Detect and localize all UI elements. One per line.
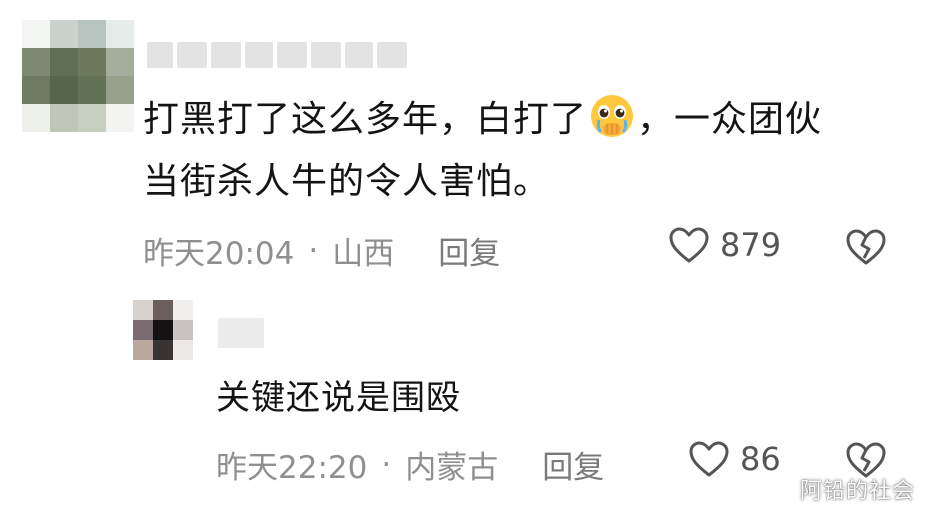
reply-like-count: 86 [740, 440, 781, 478]
watermark: 阿铅的社会 [799, 479, 915, 504]
heart-icon [689, 441, 729, 477]
reply-like-button[interactable]: 86 [688, 440, 781, 478]
comment-meta: 昨天20:04 · 山西 回复 [143, 228, 500, 273]
reply-location: 内蒙古 [405, 450, 499, 486]
reply-meta: 昨天22:20 · 内蒙古 回复 [216, 442, 604, 487]
comment-time: 昨天20:04 [143, 236, 295, 272]
pleading-face-emoji [591, 95, 634, 137]
meta-separator: · [308, 232, 319, 269]
reply-text: 关键还说是围殴 [216, 378, 461, 418]
comment-text-part2: ，一众团伙 [637, 99, 823, 140]
comment-location: 山西 [332, 236, 395, 272]
meta-separator: · [381, 446, 392, 483]
comment-text-line2: 当街杀人牛的令人害怕。 [143, 161, 551, 202]
avatar[interactable] [22, 20, 134, 132]
broken-heart-icon[interactable] [845, 228, 887, 266]
like-button[interactable]: 879 [668, 226, 781, 264]
reply-username-blurred[interactable] [218, 318, 264, 348]
reply-button[interactable]: 回复 [438, 228, 500, 273]
comment-text: 打黑打了这么多年，白打了 ，一众团伙 当街杀人牛的令人害怕。 [143, 89, 903, 213]
comment-text-part1: 打黑打了这么多年，白打了 [143, 99, 588, 140]
heart-icon [669, 227, 709, 263]
reply-avatar[interactable] [133, 300, 193, 360]
reply-reply-button[interactable]: 回复 [542, 442, 604, 487]
reply-time: 昨天22:20 [216, 450, 368, 486]
like-count: 879 [720, 226, 782, 264]
username-blurred[interactable] [147, 42, 407, 68]
